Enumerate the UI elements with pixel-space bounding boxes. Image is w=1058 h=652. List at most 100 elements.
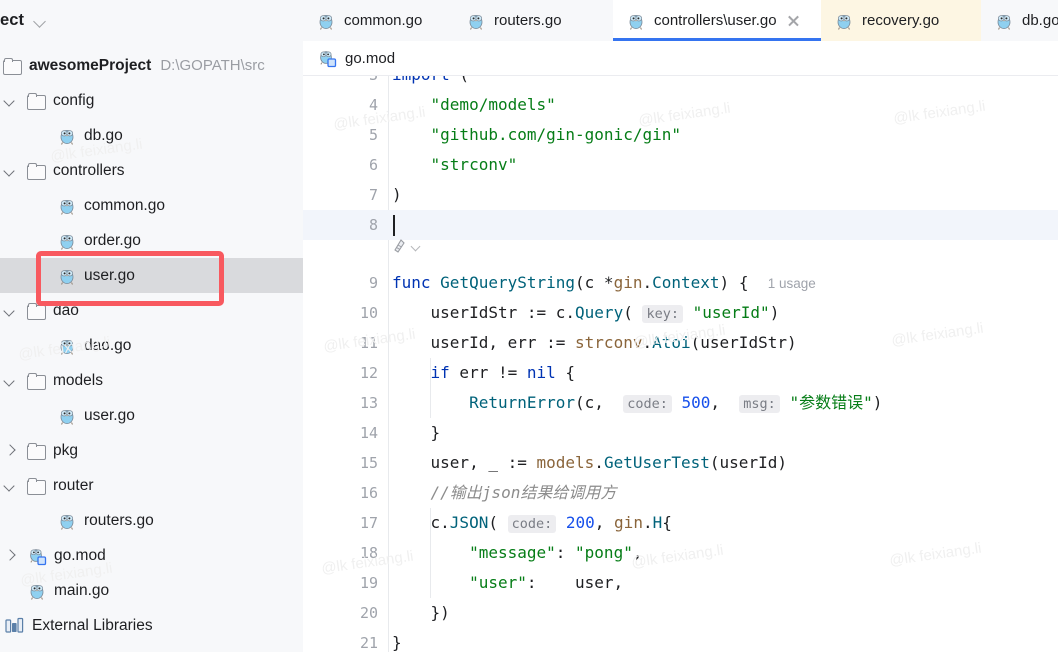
inlay-hint: code: [507, 515, 557, 533]
tree-row-go-mod[interactable]: go.mod [0, 538, 303, 573]
line-number: 15 [359, 454, 378, 472]
tab-routers-go[interactable]: routers.go [453, 0, 597, 41]
tree-row-config[interactable]: config [0, 83, 303, 118]
project-tree: awesomeProject D:\GOPATH\src config db.g… [0, 48, 303, 643]
line-number: 18 [359, 544, 378, 562]
tree-label: user.go [84, 266, 135, 284]
inlay-hint: key: [642, 305, 683, 323]
code-text: "github.com/gin-gonic/gin" [430, 125, 681, 144]
tab-label: routers.go [494, 12, 562, 29]
indent-guide [430, 358, 431, 418]
code-text: //输出json结果给调用方 [392, 483, 617, 502]
tree-row-dao-go[interactable]: dao.go [0, 328, 303, 363]
tree-row-pkg[interactable]: pkg [0, 433, 303, 468]
tree-label: pkg [53, 441, 78, 459]
line-number: 6 [368, 156, 378, 174]
go-file-icon [57, 196, 77, 216]
inlay-hint: msg: [739, 395, 780, 413]
tab-controllers-user-go[interactable]: controllers\user.go [613, 0, 821, 41]
tab-recovery-go[interactable]: recovery.go [821, 0, 981, 41]
chevron-down-icon[interactable] [3, 304, 17, 318]
line-number: 21 [359, 634, 378, 652]
go-file-icon [626, 11, 646, 31]
tree-row-db-go[interactable]: db.go [0, 118, 303, 153]
folder-icon [27, 302, 46, 320]
line-number: 20 [359, 604, 378, 622]
code-text: userId, err := strconv.Atoi(userIdStr) [392, 333, 797, 352]
tree-row-router[interactable]: router [0, 468, 303, 503]
tree-row-main-go[interactable]: main.go [0, 573, 303, 608]
go-mod-icon [27, 546, 47, 566]
code-text: "demo/models" [430, 95, 556, 114]
chevron-right-icon[interactable] [3, 444, 17, 458]
chevron-down-icon[interactable] [3, 374, 17, 388]
tree-label: router [53, 476, 94, 494]
code-text: "user": user, [469, 573, 624, 592]
go-file-icon [834, 11, 854, 31]
breadcrumb-item-go-mod[interactable]: go.mod [317, 48, 395, 68]
go-file-icon [57, 406, 77, 426]
chevron-right-icon[interactable] [3, 549, 17, 563]
go-file-icon [57, 266, 77, 286]
tree-label: db.go [84, 126, 123, 144]
tree-row-project[interactable]: awesomeProject D:\GOPATH\src [0, 48, 303, 83]
tree-row-controllers[interactable]: controllers [0, 153, 303, 188]
tree-label: config [53, 91, 95, 109]
tree-row-external-libraries[interactable]: External Libraries [0, 608, 303, 643]
tab-label: controllers\user.go [654, 12, 777, 29]
tree-label: go.mod [54, 546, 106, 564]
chevron-down-icon[interactable] [34, 14, 48, 28]
tree-row-dao[interactable]: dao [0, 293, 303, 328]
code-text: if err != nil { [430, 363, 576, 382]
indent-guide [430, 508, 431, 598]
tree-row-models[interactable]: models [0, 363, 303, 398]
breadcrumb: go.mod [303, 41, 1058, 76]
run-gutter-icon[interactable] [392, 238, 422, 254]
line-number: 5 [368, 126, 378, 144]
tree-label: main.go [54, 581, 110, 599]
text-caret [393, 215, 395, 236]
folder-icon [27, 162, 46, 180]
tree-row-routers-go[interactable]: routers.go [0, 503, 303, 538]
code-text: ReturnError(c, code: 500, msg: "参数错误") [469, 393, 883, 413]
tree-label: order.go [84, 231, 141, 249]
tree-row-models-user-go[interactable]: user.go [0, 398, 303, 433]
tree-row-common-go[interactable]: common.go [0, 188, 303, 223]
tab-common-go[interactable]: common.go [303, 0, 453, 41]
tree-label: models [53, 371, 103, 389]
line-number: 4 [368, 96, 378, 114]
chevron-down-icon[interactable] [3, 94, 17, 108]
go-file-icon [57, 511, 77, 531]
line-number: 11 [359, 334, 378, 352]
line-number: 9 [368, 274, 378, 292]
code-text: user, _ := models.GetUserTest(userId) [392, 453, 787, 472]
line-number: 10 [359, 304, 378, 322]
tree-row-order-go[interactable]: order.go [0, 223, 303, 258]
tree-label: External Libraries [32, 616, 153, 634]
go-file-icon [316, 11, 336, 31]
project-sidebar: ect awesomeProject D:\GOPATH\src config [0, 0, 304, 652]
current-line-highlight [303, 210, 1058, 240]
go-file-icon [466, 11, 486, 31]
usage-hint: 1 usage [767, 276, 816, 291]
code-text: ) [392, 185, 402, 204]
tab-label: common.go [344, 12, 423, 29]
project-path: D:\GOPATH\src [160, 57, 265, 74]
line-number: 7 [368, 186, 378, 204]
chevron-down-icon[interactable] [3, 479, 17, 493]
line-number: 3 [303, 76, 378, 90]
inlay-hint: code: [623, 395, 672, 413]
chevron-down-icon[interactable] [3, 164, 17, 178]
close-icon[interactable] [786, 13, 801, 28]
watermark: @lk feixiang.li [892, 97, 987, 128]
go-file-icon [57, 231, 77, 251]
tree-row-user-go-selected[interactable]: user.go [0, 258, 303, 293]
go-file-icon [994, 11, 1014, 31]
code-area[interactable]: 3 import ( 4 "demo/models" 5 "github.com… [303, 76, 1058, 652]
code-text: "strconv" [430, 155, 518, 174]
code-text: } [392, 633, 402, 652]
chevron-down-icon[interactable] [411, 241, 422, 252]
line-number: 14 [359, 424, 378, 442]
tree-label: dao.go [84, 336, 132, 354]
tab-db-go[interactable]: db.go [981, 0, 1058, 41]
